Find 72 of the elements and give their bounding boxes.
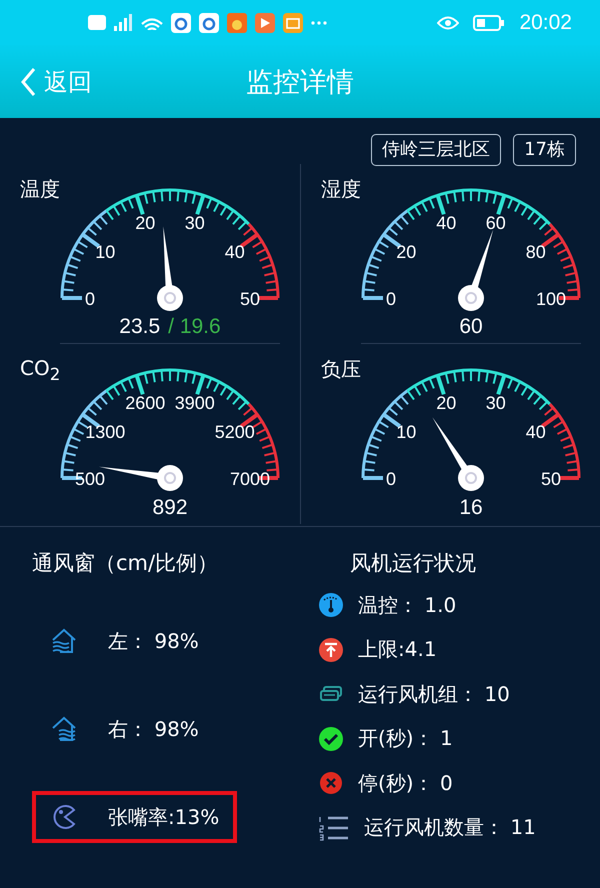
gauge-value: 60 [459,315,483,339]
house-waves-icon [50,715,78,743]
tick-label: 30 [184,212,205,233]
back-button[interactable]: 返回 [0,66,92,98]
tick-label: 60 [486,212,506,233]
needle-hub [157,285,183,311]
hd-icon [88,15,106,30]
tick-label: 30 [486,392,506,413]
tick-label: 3900 [174,392,215,413]
mail-icon [283,12,303,32]
needle-hub [458,465,484,491]
chevron-left-icon [20,66,36,96]
gauge-title: 温度 [20,176,60,203]
check-icon [318,726,344,752]
app-icon [171,12,191,32]
tick-label: 500 [74,469,106,489]
tick-label: 7000 [230,469,270,489]
vent-reading: 右： 98% [108,716,199,742]
tick-label: 80 [526,242,546,262]
tick-label: 10 [95,242,116,262]
tick-label: 5200 [214,422,255,442]
gauge-value: 23.5 [119,315,160,339]
gauge-title: CO$_{2}$ [20,356,60,384]
upper-limit-icon [318,636,344,663]
gauge-secondary-value: / 19.6 [168,315,221,339]
fan-status-reading: 温控： 1.0 [358,592,456,619]
app-icon [199,12,219,32]
tick-label: 0 [386,469,396,489]
tick-label: 10 [396,422,416,442]
tick-label: 1300 [85,422,126,442]
tick-label: 20 [436,392,456,413]
tick-label: 0 [85,289,95,309]
tick-label: 20 [135,212,156,233]
page-title: 监控详情 [246,66,354,100]
play-icon [255,12,275,32]
fan-status-reading: 开(秒)： 1 [358,725,453,752]
gauge-value: 892 [152,496,188,520]
fan-status-reading: 运行风机组： 10 [358,680,510,708]
gauge-title: 湿度 [321,176,361,203]
tick-label: 100 [536,289,566,309]
vent-reading: 左： 98% [108,628,199,654]
section-title: 风机运行状况 [350,550,476,577]
fan-status-reading: 上限:4.1 [358,636,437,664]
house-waves-icon [50,627,78,655]
thermometer-icon [318,592,344,618]
vent-reading: 张嘴率:13% [108,804,220,830]
tick-label: 40 [526,422,546,442]
tick-label: 50 [540,469,562,489]
tick-label: 40 [436,212,456,233]
fan-status-reading: 运行风机数量： 11 [364,814,536,842]
battery-icon [473,14,506,30]
tick-label: 2600 [125,392,166,413]
location-tag: 侍岭三层北区 [371,134,502,166]
tick-label: 50 [240,289,260,309]
more-icon [311,20,327,24]
tick-label: 20 [396,242,416,262]
eye-icon [437,16,460,30]
needle-hub [458,285,484,311]
needle-hub [157,465,183,491]
location-tag: 17栋 [513,134,576,166]
gauge-title: 负压 [321,356,361,383]
cross-icon [318,770,344,796]
app-icon [227,12,247,32]
fan-status-reading: 停(秒)： 0 [358,770,453,797]
gauge-value: 16 [459,496,483,520]
signal-icon [114,14,133,31]
section-title: 通风窗（cm/比例） [32,550,220,577]
clock-time: 20:02 [519,10,572,34]
numbered-list-icon [318,814,350,841]
tick-label: 40 [224,242,245,262]
tick-label: 0 [386,289,396,309]
wifi-icon [141,16,163,30]
